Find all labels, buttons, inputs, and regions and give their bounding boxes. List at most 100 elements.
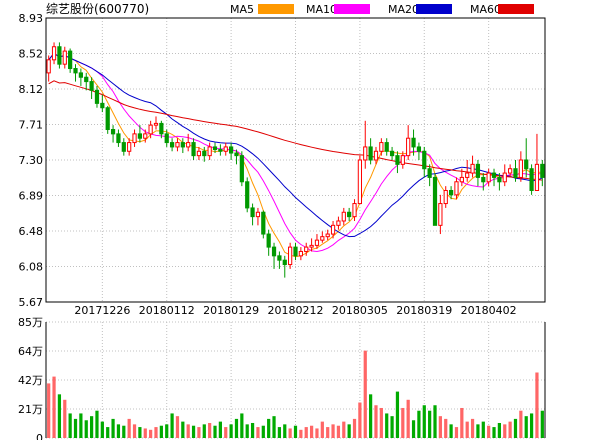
candle-body [320,236,325,241]
volume-bar [508,421,512,438]
candle-body [363,146,368,161]
volume-bar [428,410,432,438]
volume-bar [304,427,308,438]
candle-body [132,133,137,144]
candle-body [207,146,212,157]
volume-bar [245,424,249,438]
volume-bar [186,424,190,438]
volume-bar [100,421,104,438]
candle-body [347,211,352,218]
candle-body [191,142,196,157]
candle-body [159,122,164,135]
price-tick-label: 8.93 [19,12,44,25]
volume-bar [309,425,314,438]
date-tick-label: 20180129 [203,304,259,317]
moving-average-lines [48,52,543,258]
candle-body [497,176,502,183]
candle-body [309,244,314,248]
candle-body [169,142,175,148]
volume-bar [197,427,201,438]
candle-body [465,172,470,178]
candle-body [282,259,287,266]
volume-bar [132,424,137,438]
volume-bar [261,425,265,438]
volume-bar [390,416,394,438]
candle-body [250,207,255,218]
volume-bar [84,420,88,438]
date-tick-label: 20180112 [139,304,195,317]
volume-bar [138,427,142,438]
volume-bar [213,425,217,438]
legend-swatch [498,4,534,14]
volume-bar [369,394,373,438]
volume-bar [342,421,346,438]
candle-body [314,239,320,246]
candle-body [153,122,159,126]
candle-body [266,233,271,248]
candle-body [411,137,416,148]
candle-body [261,211,266,235]
candle-body [51,46,57,61]
candle-body [427,168,432,178]
volume-bar [481,421,485,438]
price-tick-label: 6.08 [19,261,44,274]
candle-body [443,189,448,205]
candle-body [379,142,384,152]
legend-label: MA5 [230,3,254,16]
candle-body [389,150,395,157]
volume-bar [63,399,67,438]
volume-bar [122,425,126,438]
volume-bar [79,413,83,438]
volume-bar [406,399,410,438]
candle-body [491,172,497,178]
volume-bar [358,402,362,438]
volume-bar [336,425,341,438]
price-tick-label: 7.71 [19,119,44,132]
candle-body [68,50,73,70]
candle-body [46,59,51,74]
grid-lines [46,17,545,439]
candle-body [121,142,126,152]
volume-bar [492,427,496,438]
candle-body [357,159,362,205]
candle-body [202,150,207,157]
volume-bar [111,418,115,438]
volume-bar [154,427,158,438]
candle-body [400,155,405,165]
candle-body [94,89,100,104]
volume-bar [89,416,94,438]
volume-bar [363,350,367,438]
candle-body [438,203,443,226]
volume-bar [454,427,459,438]
candle-body [534,163,540,191]
candle-body [277,255,282,261]
candle-body [89,81,94,91]
candle-body [293,246,298,257]
volume-bar [127,418,131,438]
candle-body [502,172,507,183]
candle-body [454,181,459,196]
volume-bar [320,421,324,438]
volume-bar [422,405,426,438]
volume-bar [191,425,196,438]
volume-bar [240,413,244,438]
candle-body [84,76,89,83]
legend-swatch [258,4,294,14]
volume-bar [385,413,389,438]
candle-body [341,211,346,222]
volume-bar [352,418,357,438]
volume-bar [411,420,416,438]
volume-bar [224,427,228,438]
volume-bar [57,394,62,438]
volume-bar [202,424,206,438]
legend: MA5 MA10 MA20 MA60 [230,3,534,16]
volume-bar [149,429,153,438]
candle-body [218,149,223,152]
volume-bar [444,418,448,438]
candle-body [137,133,143,139]
volume-tick-label: 21万 [18,403,43,416]
candle-body [271,246,277,257]
candle-body [481,176,486,183]
price-tick-label: 6.48 [19,225,44,238]
volume-bar [68,413,72,438]
